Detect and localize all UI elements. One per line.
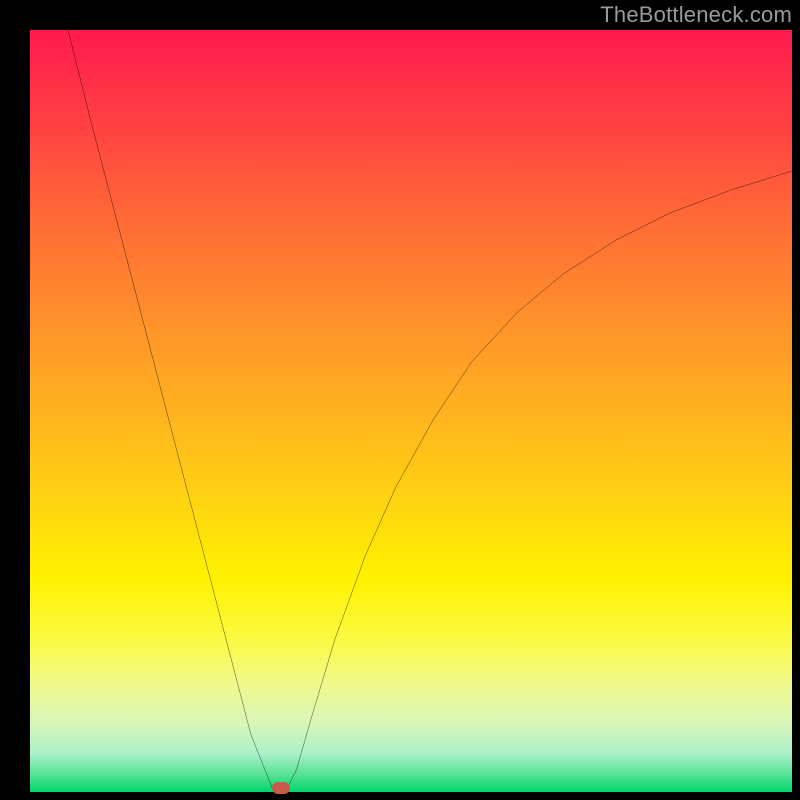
- bottleneck-curve: [30, 30, 792, 792]
- curve-path: [68, 30, 792, 792]
- optimum-marker: [272, 782, 290, 794]
- chart-plot-area: [30, 30, 792, 792]
- watermark-text: TheBottleneck.com: [600, 2, 792, 28]
